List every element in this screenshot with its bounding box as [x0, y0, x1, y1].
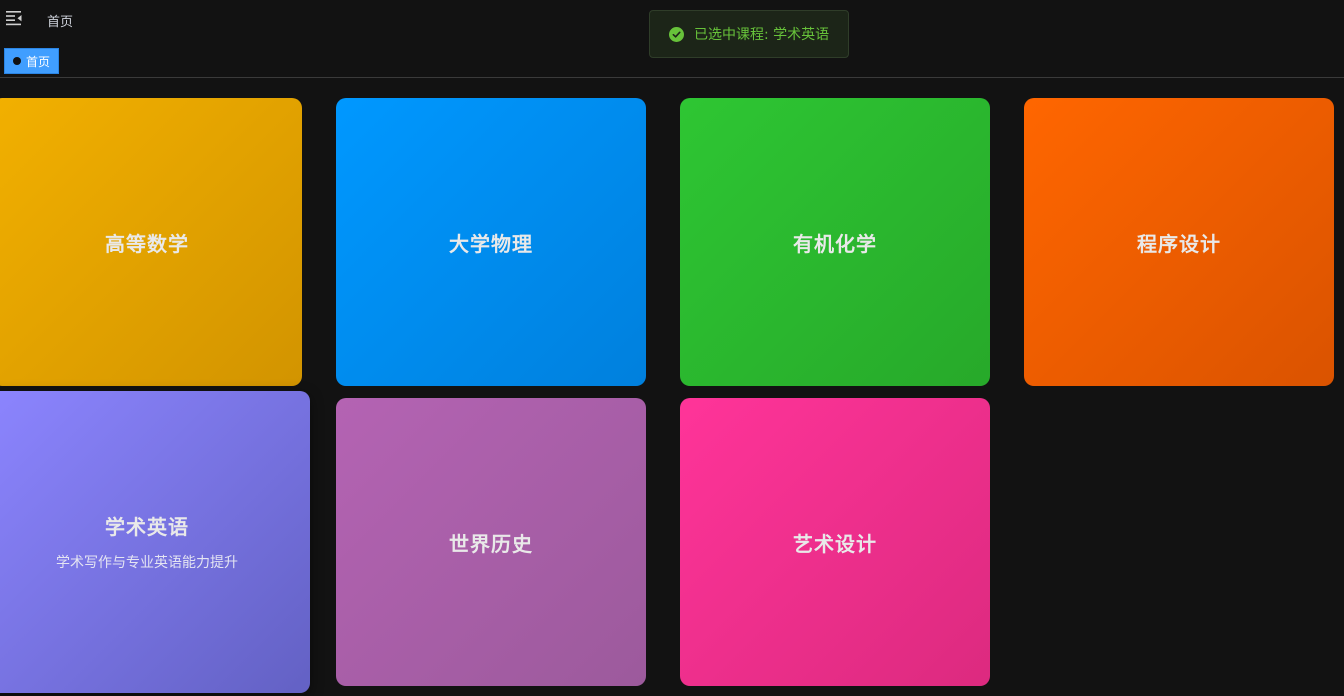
- course-title: 程序设计: [1137, 231, 1221, 256]
- breadcrumb[interactable]: 首页: [47, 11, 73, 30]
- course-card-chemistry[interactable]: 有机化学: [680, 98, 990, 386]
- course-title: 有机化学: [793, 231, 877, 256]
- toast-message: 已选中课程: 学术英语: [694, 27, 830, 43]
- active-dot-icon: [13, 57, 21, 65]
- course-card-art[interactable]: 艺术设计: [680, 398, 990, 686]
- course-title: 世界历史: [449, 531, 533, 556]
- menu-fold-icon[interactable]: [5, 10, 23, 26]
- course-card-programming[interactable]: 程序设计: [1024, 98, 1334, 386]
- tag-home[interactable]: 首页: [4, 48, 60, 74]
- course-card-english[interactable]: 学术英语 学术写作与专业英语能力提升: [0, 391, 310, 693]
- course-title: 艺术设计: [793, 531, 877, 556]
- course-subtitle: 学术写作与专业英语能力提升: [56, 554, 238, 571]
- course-title: 学术英语: [105, 514, 189, 539]
- tag-label: 首页: [26, 54, 51, 69]
- course-card-physics[interactable]: 大学物理: [336, 98, 646, 386]
- success-toast: 已选中课程: 学术英语: [649, 10, 849, 58]
- course-title: 高等数学: [105, 231, 189, 256]
- course-card-history[interactable]: 世界历史: [336, 398, 646, 686]
- course-title: 大学物理: [449, 231, 533, 256]
- course-card-math[interactable]: 高等数学: [0, 98, 302, 386]
- check-circle-icon: [669, 26, 684, 42]
